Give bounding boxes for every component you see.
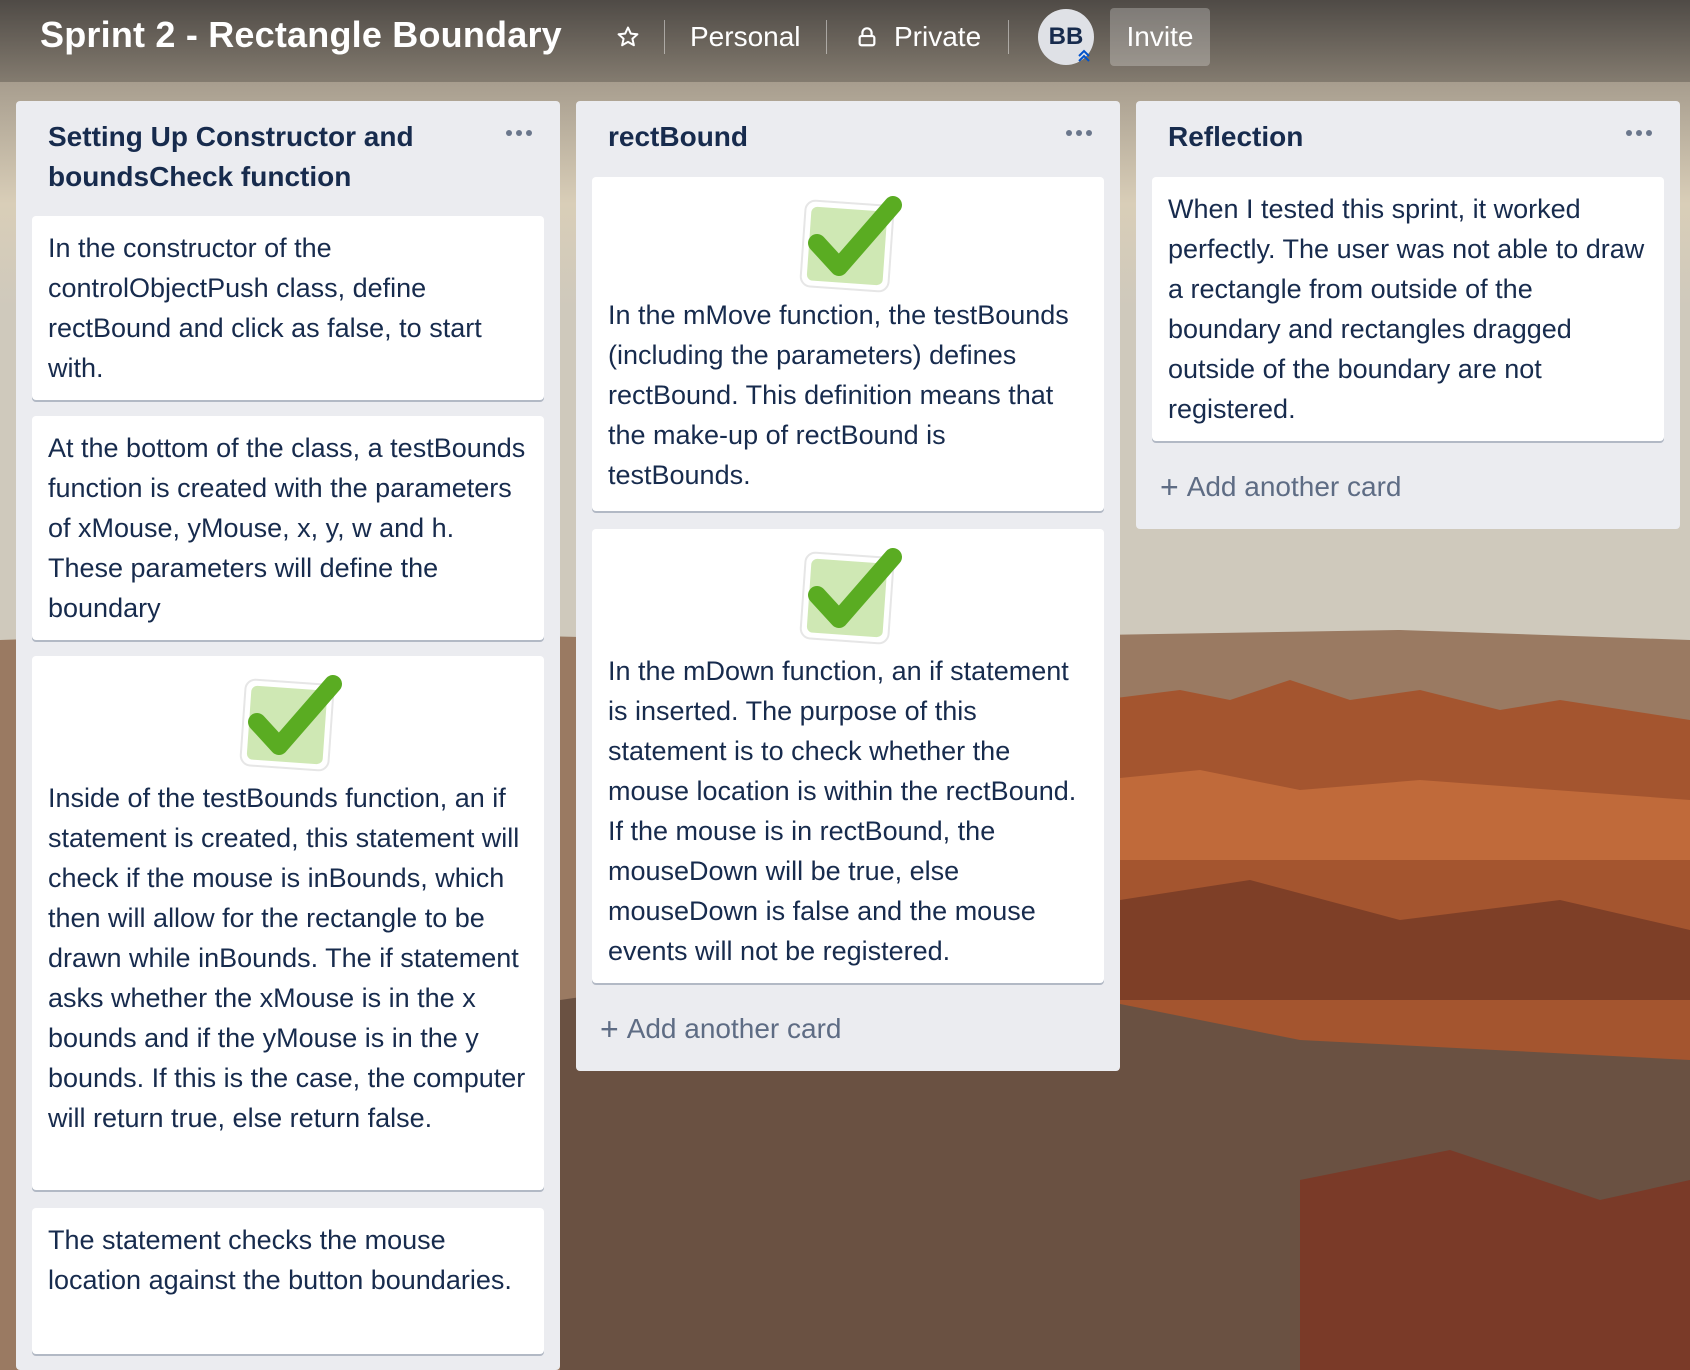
card-text: At the bottom of the class, a testBounds… [48,433,526,623]
more-options-icon[interactable] [504,123,534,143]
list-header: Setting Up Constructor and boundsCheck f… [16,101,560,197]
list-header: Reflection [1136,101,1680,157]
private-button[interactable]: Private [846,8,991,66]
list-card[interactable]: When I tested this sprint, it worked per… [1152,177,1664,441]
list-card[interactable]: The statement checks the mouse location … [32,1208,544,1354]
admin-chevron-icon [1078,49,1090,62]
card-text: Inside of the testBounds function, an if… [48,783,526,1133]
private-label: Private [894,21,982,52]
board-title[interactable]: Sprint 2 - Rectangle Boundary [40,14,562,56]
green-checkmark-icon [239,675,342,772]
add-another-card-button[interactable]: + Add another card [1160,471,1402,503]
list-title[interactable]: Setting Up Constructor and boundsCheck f… [48,117,500,197]
list-rectbound: rectBound In the mMove function, the tes… [576,101,1120,1071]
add-card-label: Add another card [1186,471,1402,502]
list-card[interactable]: In the mDown function, an if statement i… [592,529,1104,983]
personal-button[interactable]: Personal [680,8,811,66]
green-checkmark-icon [799,548,902,645]
card-text: In the mMove function, the testBounds (i… [608,300,1069,490]
list-card[interactable]: In the constructor of the controlObjectP… [32,216,544,400]
star-button[interactable] [606,8,650,66]
more-options-icon[interactable] [1064,123,1094,143]
header-divider [664,20,665,54]
card-text: In the constructor of the controlObjectP… [48,233,482,383]
add-another-card-button[interactable]: + Add another card [600,1013,842,1045]
list-reflection: Reflection When I tested this sprint, it… [1136,101,1680,529]
header-divider [826,20,827,54]
plus-icon: + [600,1011,619,1047]
list-card[interactable]: Inside of the testBounds function, an if… [32,656,544,1190]
lock-icon [858,27,876,47]
personal-label: Personal [690,21,801,52]
star-icon [617,26,639,47]
list-title[interactable]: rectBound [608,117,1060,157]
list-title[interactable]: Reflection [1168,117,1620,157]
card-text: In the mDown function, an if statement i… [608,656,1077,966]
invite-button[interactable]: Invite [1110,8,1210,66]
green-checkmark-icon [799,196,902,293]
plus-icon: + [1160,469,1179,505]
add-card-label: Add another card [626,1013,842,1044]
header-divider [1008,20,1009,54]
list-card[interactable]: At the bottom of the class, a testBounds… [32,416,544,640]
card-text: The statement checks the mouse location … [48,1225,512,1295]
invite-label: Invite [1126,21,1194,52]
board-header: Sprint 2 - Rectangle Boundary Personal P… [0,0,1690,82]
card-text: When I tested this sprint, it worked per… [1168,194,1645,424]
list-setting-up-constructor: Setting Up Constructor and boundsCheck f… [16,101,560,1370]
list-card[interactable]: In the mMove function, the testBounds (i… [592,177,1104,511]
more-options-icon[interactable] [1624,123,1654,143]
list-header: rectBound [576,101,1120,157]
